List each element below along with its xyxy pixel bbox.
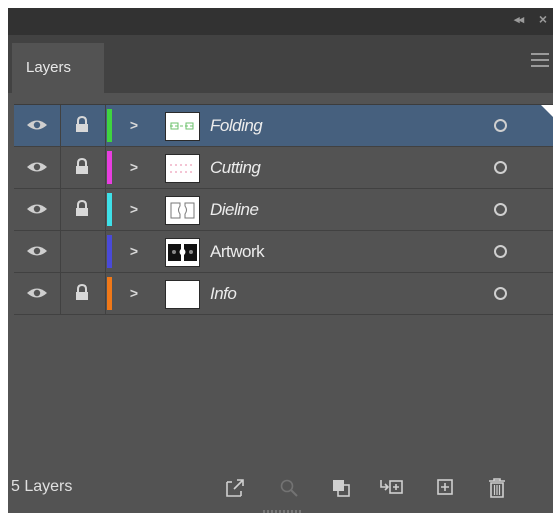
panel-footer: 5 Layers: [8, 466, 553, 513]
layer-thumbnail: [165, 154, 200, 183]
lock-icon: [76, 284, 88, 300]
layer-name[interactable]: Folding: [210, 105, 263, 146]
layer-thumbnail: [165, 196, 200, 225]
lock-toggle[interactable]: [61, 273, 106, 314]
locate-object-icon[interactable]: [276, 476, 302, 500]
eye-icon: [27, 162, 47, 172]
eye-icon: [27, 246, 47, 256]
layer-color-swatch: [107, 151, 112, 184]
tab-layers-label: Layers: [26, 59, 72, 76]
lock-toggle[interactable]: [61, 105, 106, 146]
tab-layers[interactable]: Layers: [12, 43, 104, 93]
selection-corner-icon: [541, 105, 553, 117]
layer-color-swatch: [107, 277, 112, 310]
layer-row-info[interactable]: > Info: [14, 273, 553, 315]
layers-list: > Folding > Cutting > Dieline > Artwork …: [14, 104, 553, 457]
layer-color-swatch: [107, 235, 112, 268]
lock-icon: [76, 200, 88, 216]
visibility-toggle[interactable]: [14, 105, 61, 146]
layers-panel: ◂◂ × Layers > Folding > Cutting > Dielin…: [8, 8, 553, 513]
layer-name[interactable]: Artwork: [210, 231, 265, 272]
eye-icon: [27, 204, 47, 214]
tab-row: Layers: [8, 35, 553, 93]
layer-color-swatch: [107, 109, 112, 142]
visibility-toggle[interactable]: [14, 273, 61, 314]
layer-thumbnail: [165, 280, 200, 309]
layer-row-cutting[interactable]: > Cutting: [14, 147, 553, 189]
layer-row-folding[interactable]: > Folding: [14, 105, 553, 147]
visibility-toggle[interactable]: [14, 231, 61, 272]
expand-chevron-icon[interactable]: >: [124, 231, 144, 272]
create-layer-icon[interactable]: [432, 476, 458, 500]
lock-icon: [76, 116, 88, 132]
target-circle-icon[interactable]: [494, 203, 507, 216]
create-sublayer-icon[interactable]: [379, 476, 405, 500]
target-circle-icon[interactable]: [494, 245, 507, 258]
panel-titlebar: ◂◂ ×: [8, 8, 553, 35]
collapse-panel-icon[interactable]: ◂◂: [514, 13, 524, 26]
close-panel-icon[interactable]: ×: [539, 11, 547, 27]
lock-toggle[interactable]: [61, 147, 106, 188]
layer-name[interactable]: Dieline: [210, 189, 259, 230]
make-clipping-mask-icon[interactable]: [328, 476, 354, 500]
layer-name[interactable]: Cutting: [210, 147, 261, 188]
expand-chevron-icon[interactable]: >: [124, 105, 144, 146]
expand-chevron-icon[interactable]: >: [124, 147, 144, 188]
target-circle-icon[interactable]: [494, 287, 507, 300]
eye-icon: [27, 120, 47, 130]
layer-row-dieline[interactable]: > Dieline: [14, 189, 553, 231]
lock-toggle-empty[interactable]: [61, 231, 106, 272]
visibility-toggle[interactable]: [14, 147, 61, 188]
visibility-toggle[interactable]: [14, 189, 61, 230]
target-circle-icon[interactable]: [494, 161, 507, 174]
layer-name[interactable]: Info: [210, 273, 237, 314]
expand-chevron-icon[interactable]: >: [124, 273, 144, 314]
panel-menu-icon[interactable]: [531, 53, 549, 67]
target-circle-icon[interactable]: [494, 119, 507, 132]
eye-icon: [27, 288, 47, 298]
delete-layer-icon[interactable]: [484, 476, 510, 500]
layer-count: 5 Layers: [11, 478, 73, 495]
layer-row-artwork[interactable]: > Artwork: [14, 231, 553, 273]
lock-toggle[interactable]: [61, 189, 106, 230]
lock-icon: [76, 158, 88, 174]
expand-chevron-icon[interactable]: >: [124, 189, 144, 230]
layer-thumbnail: [165, 112, 200, 141]
collect-for-export-icon[interactable]: [222, 476, 248, 500]
layer-color-swatch: [107, 193, 112, 226]
layer-thumbnail: [165, 238, 200, 267]
